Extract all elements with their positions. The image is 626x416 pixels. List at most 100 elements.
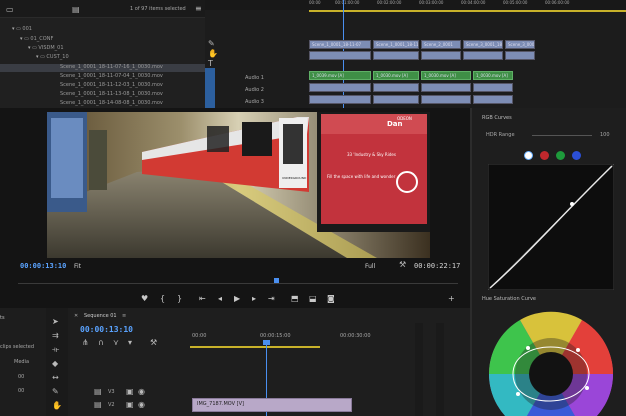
audio-clip[interactable]	[309, 83, 371, 92]
hue-saturation-wheel[interactable]	[488, 308, 614, 416]
hand-tool-icon[interactable]: ✋	[52, 402, 62, 410]
sequence-clip[interactable]: IMG_7187.MOV [V]	[192, 398, 352, 412]
file-row[interactable]: Scene_1_0001_18-11-12-03_1_0030.mov	[0, 82, 205, 90]
sync-lock-icon[interactable]: ▣	[126, 388, 134, 396]
ruler-tick: 00:05:00:00	[503, 0, 528, 5]
sequence-tab[interactable]: Sequence 01	[84, 313, 117, 319]
audio-clip[interactable]	[421, 95, 471, 104]
folder-row[interactable]: ▾ ▭ 001	[0, 26, 205, 34]
selection-tool-icon[interactable]: ➤	[52, 318, 59, 326]
video-clip[interactable]: Scene_1_0001_18-11-07	[309, 40, 371, 49]
selection-count: 1 of 97 items selected	[130, 6, 186, 12]
slip-tool-icon[interactable]: ↔	[52, 374, 59, 382]
snap-icon[interactable]: ⋔	[82, 339, 89, 347]
vertical-scrollbar[interactable]	[415, 323, 423, 416]
hand-icon[interactable]: ✋	[208, 50, 218, 58]
audio-clip[interactable]: 1_0039.mov [A]	[309, 71, 371, 80]
add-button-icon[interactable]: +	[448, 294, 455, 303]
ripple-edit-tool-icon[interactable]: ⟛	[52, 346, 59, 354]
monitor-timebar[interactable]	[18, 283, 458, 284]
go-to-out-icon[interactable]: ⇥	[268, 294, 275, 303]
audio-clip[interactable]	[309, 95, 371, 104]
step-forward-icon[interactable]: ▸	[252, 294, 256, 303]
linked-selection-icon[interactable]: ∩	[98, 339, 104, 347]
audio-clip[interactable]: 1_0030.mov [A]	[473, 71, 513, 80]
mark-out-icon[interactable]: }	[177, 294, 182, 303]
file-row[interactable]: Scene_1_0001_18-11-07-04_1_0030.mov	[0, 73, 205, 81]
audio-clip[interactable]	[421, 83, 471, 92]
file-row[interactable]: Scene_1_0001_18-14-08-08_1_0030.mov	[0, 100, 205, 108]
step-back-icon[interactable]: ◂	[218, 294, 222, 303]
close-tab-icon[interactable]: ✕	[74, 313, 78, 319]
hdr-range-slider[interactable]	[532, 135, 592, 136]
file-row[interactable]: Scene_1_0001_18-11-07-16_1_0030.mov	[0, 64, 205, 72]
ruler-tick: 00:03:00:00	[419, 0, 444, 5]
current-timecode[interactable]: 00:00:13:10	[20, 262, 66, 270]
hdr-range-value[interactable]: 100	[600, 132, 610, 138]
monitor-playhead[interactable]	[274, 278, 279, 283]
sync-lock-icon[interactable]: ▣	[126, 401, 134, 409]
audio-clip[interactable]	[373, 83, 419, 92]
audio-clip[interactable]	[473, 83, 513, 92]
panel-tab[interactable]: ts	[0, 315, 5, 321]
work-area-bar[interactable]	[190, 346, 320, 348]
sequence-panel: ✕ Sequence 01 ≡ 00:00:13:10 ⋔ ∩ ⋎ ▾ ⚒ 00…	[70, 308, 470, 416]
wrench-icon[interactable]: ⚒	[399, 261, 406, 269]
white-channel-dot[interactable]	[524, 151, 533, 160]
resolution-dropdown[interactable]: Full	[365, 263, 375, 270]
video-clip[interactable]: Scene_3_0001_18	[463, 40, 503, 49]
red-channel-dot[interactable]	[540, 151, 549, 160]
video-clip[interactable]: Scene_3_0001	[505, 40, 535, 49]
extract-icon[interactable]: ⬓	[309, 294, 317, 303]
blue-channel-dot[interactable]	[572, 151, 581, 160]
pen-icon[interactable]: ✎	[208, 40, 215, 48]
rgb-curves-label[interactable]: RGB Curves	[482, 115, 512, 121]
playhead-handle[interactable]	[263, 340, 270, 345]
video-clip[interactable]: Scene_2_0001	[421, 40, 461, 49]
value-field[interactable]: 00	[18, 374, 24, 380]
lock-icon[interactable]: ▤	[94, 388, 102, 396]
marker-icon[interactable]: ▾	[128, 339, 132, 347]
panel-menu-icon[interactable]: ≡	[195, 5, 202, 13]
settings-wrench-icon[interactable]: ⚒	[150, 339, 157, 347]
eye-icon[interactable]: ◉	[138, 401, 145, 409]
camera-icon[interactable]: ◙	[327, 294, 335, 303]
folder-icon[interactable]: ▭	[6, 6, 14, 14]
rgb-curve-graph[interactable]	[488, 164, 614, 290]
video-clip[interactable]	[505, 51, 535, 60]
audio-clip[interactable]: 1_0030.mov [A]	[421, 71, 471, 80]
video-clip[interactable]	[309, 51, 371, 60]
track-select-tool-icon[interactable]: ⇉	[52, 332, 59, 340]
hue-sat-label[interactable]: Hue Saturation Curve	[482, 296, 536, 302]
timeline-ruler[interactable]: 00:00 00:01:00:00 00:02:00:00 00:03:00:0…	[205, 0, 626, 10]
value-field[interactable]: 00	[18, 388, 24, 394]
go-to-in-icon[interactable]: ⇤	[199, 294, 206, 303]
folder-row[interactable]: ▾ ▭ CUST_10	[0, 54, 205, 62]
add-marker-icon[interactable]: ⋎	[113, 339, 119, 347]
green-channel-dot[interactable]	[556, 151, 565, 160]
video-clip[interactable]: Scene_1_0001_18-11	[373, 40, 419, 49]
lock-icon[interactable]: ▤	[94, 401, 102, 409]
list-view-icon[interactable]: ▤	[72, 6, 80, 14]
pen-tool-icon[interactable]: ✎	[52, 388, 59, 396]
video-clip[interactable]	[421, 51, 461, 60]
video-clip[interactable]	[373, 51, 419, 60]
eye-icon[interactable]: ◉	[138, 388, 145, 396]
mark-in-icon[interactable]: {	[160, 294, 165, 303]
sequence-menu-icon[interactable]: ≡	[122, 313, 126, 319]
folder-row[interactable]: ▾ ▭ 01_CONF	[0, 36, 205, 44]
video-clip[interactable]	[463, 51, 503, 60]
fit-dropdown[interactable]: Fit	[74, 263, 81, 270]
audio-clip[interactable]	[473, 95, 513, 104]
play-icon[interactable]: ▶	[234, 294, 240, 303]
razor-tool-icon[interactable]: ◆	[52, 360, 58, 368]
folder-row[interactable]: ▾ ▭ VISDM_01	[0, 45, 205, 53]
type-icon[interactable]: T	[208, 60, 213, 68]
sequence-timecode[interactable]: 00:00:13:10	[80, 325, 133, 334]
lift-icon[interactable]: ⬒	[291, 294, 299, 303]
audio-clip[interactable]: 1_0030.mov [A]	[373, 71, 419, 80]
file-row[interactable]: Scene_1_0001_18-11-13-08_1_0030.mov	[0, 91, 205, 99]
work-area-bar[interactable]	[309, 10, 626, 12]
marker-icon[interactable]: ♥	[141, 294, 148, 303]
audio-clip[interactable]	[373, 95, 419, 104]
